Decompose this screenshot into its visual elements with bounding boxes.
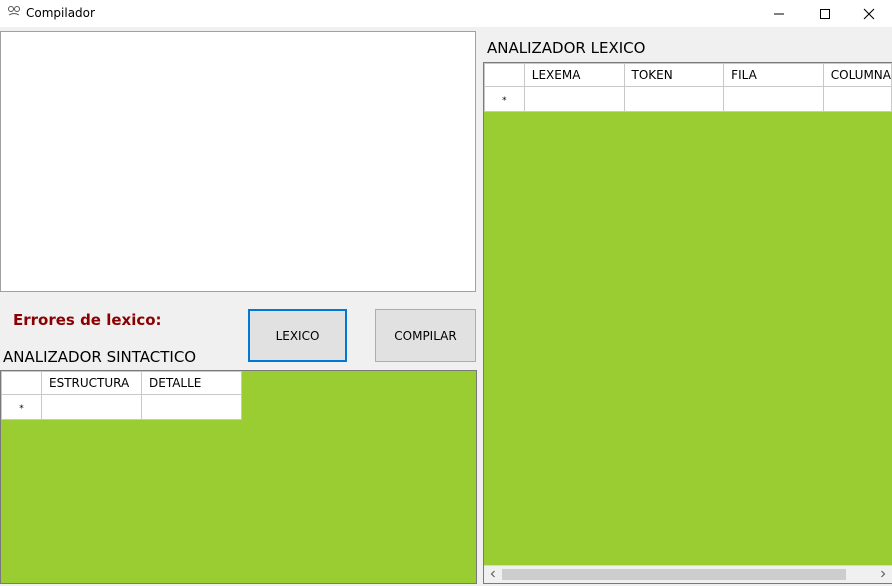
maximize-button[interactable] [802, 0, 848, 27]
lexico-button[interactable]: LEXICO [248, 309, 347, 362]
table-cell[interactable] [623, 86, 725, 112]
table-row[interactable]: * [1, 394, 242, 420]
compilar-button[interactable]: COMPILAR [375, 309, 476, 362]
maximize-icon [820, 8, 830, 19]
table-cell[interactable] [141, 394, 242, 420]
compiler-icon [8, 6, 20, 16]
syntactic-datagrid[interactable]: ESTRUCTURA DETALLE * [0, 370, 477, 584]
title-bar: Compilador [0, 0, 892, 27]
scrollbar-thumb[interactable] [502, 569, 846, 580]
column-header-columna[interactable]: COLUMNA [822, 63, 892, 87]
row-header-corner [484, 63, 525, 87]
table-cell[interactable] [723, 86, 824, 112]
scroll-left-button[interactable] [486, 567, 500, 581]
table-cell[interactable] [41, 394, 142, 420]
table-cell[interactable] [822, 86, 892, 112]
lexical-errors-label: Errores de lexico: [13, 311, 162, 329]
row-header-corner [1, 371, 42, 395]
chevron-right-icon [881, 570, 886, 578]
source-code-textbox[interactable] [0, 31, 476, 292]
column-header-lexema[interactable]: LEXEMA [523, 63, 625, 87]
minimize-icon [774, 13, 784, 14]
table-cell[interactable] [523, 86, 625, 112]
chevron-left-icon [490, 570, 495, 578]
horizontal-scrollbar[interactable] [484, 565, 892, 583]
column-header-token[interactable]: TOKEN [623, 63, 725, 87]
column-header-detalle[interactable]: DETALLE [141, 371, 242, 395]
minimize-button[interactable] [756, 0, 802, 27]
column-header-fila[interactable]: FILA [723, 63, 824, 87]
syntactic-analyzer-title: ANALIZADOR SINTACTICO [3, 348, 197, 366]
lexical-table: LEXEMA TOKEN FILA COLUMNA * [484, 63, 892, 112]
window-title: Compilador [26, 6, 95, 20]
header-row: ESTRUCTURA DETALLE [1, 371, 242, 395]
column-header-estructura[interactable]: ESTRUCTURA [41, 371, 142, 395]
table-row[interactable]: * [484, 86, 892, 112]
close-button[interactable] [846, 0, 892, 27]
syntactic-table: ESTRUCTURA DETALLE * [1, 371, 242, 420]
new-row-marker: * [1, 394, 42, 420]
asterisk-icon: * [19, 404, 24, 414]
close-icon [863, 8, 875, 19]
lexical-analyzer-title: ANALIZADOR LEXICO [487, 39, 646, 57]
new-row-marker: * [484, 86, 525, 112]
asterisk-icon: * [502, 96, 507, 106]
scroll-right-button[interactable] [876, 567, 890, 581]
lexical-datagrid[interactable]: LEXEMA TOKEN FILA COLUMNA * [483, 62, 892, 584]
header-row: LEXEMA TOKEN FILA COLUMNA [484, 63, 892, 87]
